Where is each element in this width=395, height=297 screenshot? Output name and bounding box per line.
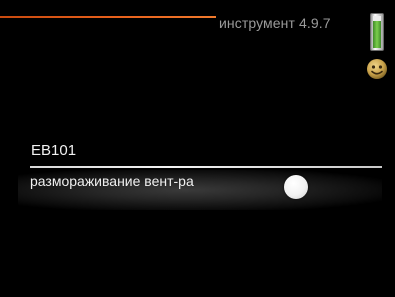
menu-title: инструмент 4.9.7 [219, 15, 331, 31]
display-screen: инструмент 4.9.7 EB101 размораживание ве… [0, 0, 395, 297]
menu-title-underline [0, 16, 216, 18]
section-divider [30, 166, 382, 168]
smiley-face-icon [366, 58, 388, 80]
thermometer-icon [370, 13, 384, 51]
setting-label: размораживание вент-ра [30, 173, 194, 189]
section-heading: EB101 [31, 142, 77, 159]
toggle-knob[interactable] [284, 175, 308, 199]
setting-row[interactable]: размораживание вент-ра [18, 170, 382, 210]
